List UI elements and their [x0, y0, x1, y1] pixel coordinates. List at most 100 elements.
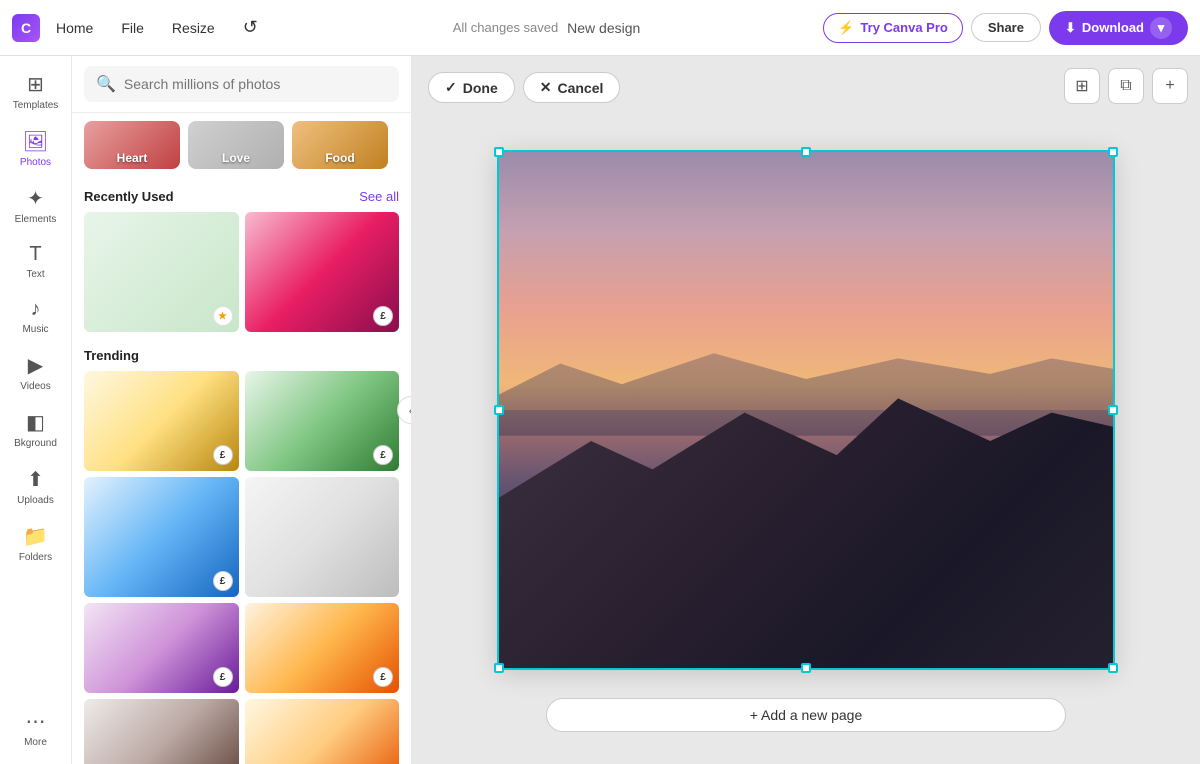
resize-label: Resize [172, 20, 215, 36]
handle-top-right[interactable] [1108, 147, 1118, 157]
templates-icon: ⊞ [27, 72, 44, 97]
paid-badge: £ [373, 667, 393, 687]
topbar-left: C Home File Resize ↺ [12, 11, 270, 44]
file-button[interactable]: File [109, 14, 156, 42]
autosave-text: All changes saved [453, 20, 559, 35]
chip-food-label: Food [292, 149, 388, 169]
trending-item-kitchen-man[interactable]: £ [84, 371, 239, 471]
sunset-photo [499, 152, 1113, 668]
download-label: Download [1082, 20, 1144, 35]
uploads-icon: ⬆ [27, 467, 44, 492]
home-label: Home [56, 20, 93, 36]
handle-top-left[interactable] [494, 147, 504, 157]
topbar: C Home File Resize ↺ All changes saved N… [0, 0, 1200, 56]
try-canva-pro-button[interactable]: ⚡ Try Canva Pro [823, 13, 963, 43]
sidebar-item-videos[interactable]: ▶ Videos [4, 345, 68, 400]
search-icon: 🔍 [96, 74, 116, 94]
trending-item-earth-hands[interactable]: £ [84, 477, 239, 597]
text-icon: T [29, 243, 41, 266]
handle-bottom-middle[interactable] [801, 663, 811, 673]
search-box[interactable]: 🔍 [84, 66, 399, 102]
crown-badge: ★ [213, 306, 233, 326]
paid-badge: £ [213, 667, 233, 687]
recently-used-item-leaf[interactable]: ★ [84, 212, 239, 332]
trending-title: Trending [84, 348, 139, 363]
chip-heart[interactable]: Heart [84, 121, 180, 169]
recently-used-header: Recently Used See all [84, 189, 399, 204]
done-button[interactable]: ✓ Done [428, 72, 515, 103]
trending-item-outdoor-group[interactable]: £ [245, 371, 400, 471]
chip-food[interactable]: Food [292, 121, 388, 169]
trending-item-flowers-sink[interactable]: £ [84, 603, 239, 693]
resize-button[interactable]: Resize [160, 14, 227, 42]
sidebar-item-music[interactable]: ♪ Music [4, 290, 68, 343]
trending-item-chef-man[interactable] [245, 699, 400, 764]
handle-bottom-left[interactable] [494, 663, 504, 673]
done-cancel-bar: ✓ Done ✕ Cancel [428, 72, 620, 103]
canvas-area[interactable]: ✓ Done ✕ Cancel ⊞ ⧉ + [412, 56, 1200, 764]
add-button[interactable]: + [1152, 68, 1188, 104]
download-icon: ⬇ [1065, 20, 1076, 36]
trending-item-fireplace[interactable]: £ [245, 603, 400, 693]
design-canvas-inner [499, 152, 1113, 668]
design-title: New design [567, 20, 640, 36]
music-label: Music [22, 324, 48, 335]
cancel-button[interactable]: ✕ Cancel [523, 72, 621, 103]
share-button[interactable]: Share [971, 13, 1041, 42]
sidebar-item-folders[interactable]: 📁 Folders [4, 516, 68, 571]
topbar-right: ⚡ Try Canva Pro Share ⬇ Download ▾ [823, 11, 1188, 45]
sidebar-item-photos[interactable]: 🖼 Photos [4, 121, 68, 176]
chip-love-label: Love [188, 149, 284, 169]
recently-used-item-flowers[interactable]: £ [245, 212, 400, 332]
done-checkmark-icon: ✓ [445, 79, 457, 96]
sidebar-item-background[interactable]: ◧ Bkground [4, 402, 68, 457]
search-input[interactable] [124, 76, 387, 92]
home-button[interactable]: Home [44, 14, 105, 42]
main-layout: ⊞ Templates 🖼 Photos ✦ Elements T Text ♪… [0, 56, 1200, 764]
folders-label: Folders [19, 552, 52, 563]
recently-used-title: Recently Used [84, 189, 174, 204]
copy-button[interactable]: ⧉ [1108, 68, 1144, 104]
panel-content: Recently Used See all ★ £ Trending [72, 177, 411, 764]
see-all-recently-used[interactable]: See all [359, 189, 399, 204]
canva-logo: C [12, 14, 40, 42]
paid-badge: £ [373, 445, 393, 465]
folders-icon: 📁 [23, 524, 48, 549]
download-button[interactable]: ⬇ Download ▾ [1049, 11, 1188, 45]
design-canvas[interactable] [497, 150, 1115, 670]
handle-middle-right[interactable] [1108, 405, 1118, 415]
background-label: Bkground [14, 438, 57, 449]
handle-middle-left[interactable] [494, 405, 504, 415]
sidebar-item-uploads[interactable]: ⬆ Uploads [4, 459, 68, 514]
undo-button[interactable]: ↺ [231, 11, 270, 44]
photos-label: Photos [20, 157, 51, 168]
trending-header: Trending [84, 348, 399, 363]
elements-icon: ✦ [27, 186, 44, 211]
trending-item-person-white[interactable] [245, 477, 400, 597]
paid-badge: £ [373, 306, 393, 326]
photos-icon: 🖼 [23, 129, 48, 154]
trending-item-library[interactable] [84, 699, 239, 764]
download-chevron-icon[interactable]: ▾ [1150, 17, 1172, 39]
grid-view-button[interactable]: ⊞ [1064, 68, 1100, 104]
cancel-x-icon: ✕ [540, 79, 552, 96]
topbar-center: All changes saved New design [278, 19, 815, 37]
photos-panel: 🔍 Heart Love Food Recently Used [72, 56, 412, 764]
templates-label: Templates [13, 100, 59, 111]
elements-label: Elements [15, 214, 57, 225]
file-label: File [121, 20, 144, 36]
chip-heart-label: Heart [84, 149, 180, 169]
canvas-toolbar: ⊞ ⧉ + [1064, 68, 1188, 104]
sidebar-item-text[interactable]: T Text [4, 235, 68, 288]
undo-icon: ↺ [243, 17, 258, 38]
sidebar-item-elements[interactable]: ✦ Elements [4, 178, 68, 233]
handle-top-middle[interactable] [801, 147, 811, 157]
chip-love[interactable]: Love [188, 121, 284, 169]
add-page-label: + Add a new page [750, 707, 863, 723]
sidebar-item-more[interactable]: ⋯ More [4, 701, 68, 756]
add-page-button[interactable]: + Add a new page [546, 698, 1066, 732]
sidebar-item-templates[interactable]: ⊞ Templates [4, 64, 68, 119]
handle-bottom-right[interactable] [1108, 663, 1118, 673]
canva-pro-label: Try Canva Pro [860, 20, 947, 35]
paid-badge: £ [213, 571, 233, 591]
